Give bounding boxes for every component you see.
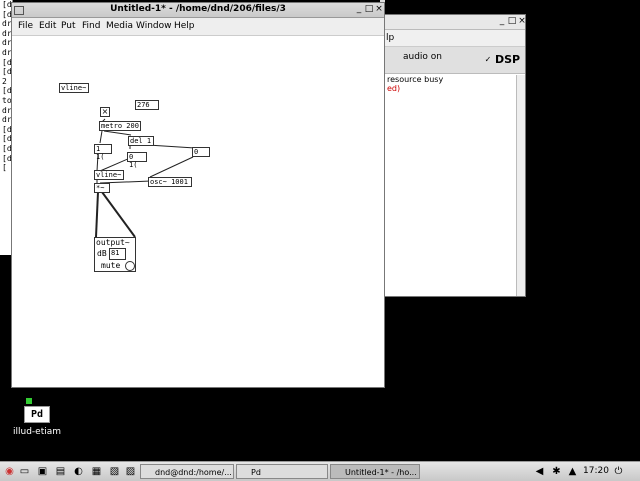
db-number-box[interactable]: 81 (109, 248, 126, 260)
close-icon[interactable]: × (374, 4, 384, 14)
taskbar-terminal[interactable]: dnd@dnd:/home/... (140, 464, 234, 479)
patch-title: Untitled-1* - /home/dnd/206/files/3 (110, 4, 286, 14)
bang-toggle-icon[interactable]: × (100, 107, 110, 117)
menu-file[interactable]: File (18, 21, 33, 31)
volume-icon[interactable]: ◀ (533, 465, 546, 478)
minimize-icon[interactable]: _ (354, 4, 364, 14)
patch-canvas[interactable]: vline~ 276 × metro 200 del 1 1 1( 0 1( 0… (12, 34, 384, 387)
console-scrollbar[interactable] (516, 75, 525, 296)
patch-window[interactable]: Untitled-1* - /home/dnd/206/files/3 _ □ … (11, 2, 385, 388)
pd-icon: Pd (24, 406, 50, 423)
pd-main-window[interactable]: _ □ × lp audio on ✓ DSP resource busy ed… (384, 14, 526, 297)
taskbar-patch[interactable]: Untitled-1* - /ho... (330, 464, 420, 479)
taskbar-patch-label: Untitled-1* - /ho... (345, 468, 417, 477)
mute-label: mute (101, 261, 121, 270)
delay-object[interactable]: del 1 (128, 136, 154, 146)
menu-media[interactable]: Media (106, 21, 133, 31)
pd-console: resource busy ed) (385, 75, 517, 93)
app-launcher-icon-2[interactable]: ▨ (124, 465, 137, 478)
menu-put[interactable]: Put (61, 21, 76, 31)
maximize-icon[interactable]: □ (364, 4, 374, 14)
dsp-label: DSP (495, 53, 521, 66)
desktop-icon-label[interactable]: illud-etiam (13, 427, 61, 437)
taskbar-pd-label: Pd (251, 468, 261, 477)
menu-help[interactable]: Help (174, 21, 195, 31)
console-line: resource busy (387, 75, 444, 84)
osc-object[interactable]: osc~ 1001 (148, 177, 192, 187)
network-icon[interactable]: ▲ (566, 465, 579, 478)
vline-object-top[interactable]: vline~ (59, 83, 89, 93)
menu-window[interactable]: Window (136, 21, 172, 31)
menu-find[interactable]: Find (82, 21, 100, 31)
metro-object[interactable]: metro 200 (99, 121, 141, 131)
message-box-1-1[interactable]: 1 1( (94, 144, 112, 161)
vline-object[interactable]: vline~ (94, 170, 124, 180)
status-dot-icon (26, 398, 32, 404)
mute-toggle[interactable] (125, 261, 135, 271)
clock: 17:20 (583, 466, 609, 476)
minimize-icon[interactable]: _ (497, 16, 507, 26)
browser-icon[interactable]: ◐ (72, 465, 85, 478)
taskbar-pd[interactable]: Pd (236, 464, 328, 479)
output-label: output~ (96, 238, 130, 247)
file-manager-icon[interactable]: ▤ (54, 465, 67, 478)
menu-edit[interactable]: Edit (39, 21, 56, 31)
number-box-276[interactable]: 276 (135, 100, 159, 110)
message-box-0-1[interactable]: 0 1( (127, 152, 147, 169)
menu-help-fragment[interactable]: lp (386, 33, 394, 43)
show-desktop-icon[interactable]: ▭ (18, 465, 31, 478)
pd-main-toolbar: audio on ✓ DSP (385, 47, 525, 74)
pd-main-titlebar[interactable]: _ □ × (385, 15, 527, 30)
close-icon[interactable]: × (517, 16, 527, 26)
terminal-launcher-icon[interactable]: ▣ (36, 465, 49, 478)
number-box-0[interactable]: 0 (192, 147, 210, 157)
maximize-icon[interactable]: □ (507, 16, 517, 26)
power-icon[interactable]: ⏻ (612, 465, 625, 478)
multiply-object[interactable]: *~ (94, 183, 110, 193)
bluetooth-icon[interactable]: ✱ (550, 465, 563, 478)
text-editor-icon[interactable]: ▦ (90, 465, 103, 478)
pd-main-menubar[interactable]: lp (385, 30, 525, 47)
patch-titlebar[interactable]: Untitled-1* - /home/dnd/206/files/3 _ □ … (12, 3, 384, 18)
console-line-error: ed) (387, 84, 401, 93)
dsp-checkbox[interactable]: ✓ (484, 56, 492, 64)
app-launcher-icon[interactable]: ▧ (108, 465, 121, 478)
taskbar: ◉ ▭ ▣ ▤ ◐ ▦ ▧ ▨ dnd@dnd:/home/... Pd Unt… (0, 461, 640, 481)
taskbar-terminal-label: dnd@dnd:/home/... (155, 468, 232, 477)
start-menu-icon[interactable]: ◉ (3, 465, 16, 478)
db-label: dB (97, 249, 107, 258)
audio-status: audio on (403, 52, 443, 62)
output-abstraction[interactable]: output~ dB 81 mute (94, 237, 136, 272)
